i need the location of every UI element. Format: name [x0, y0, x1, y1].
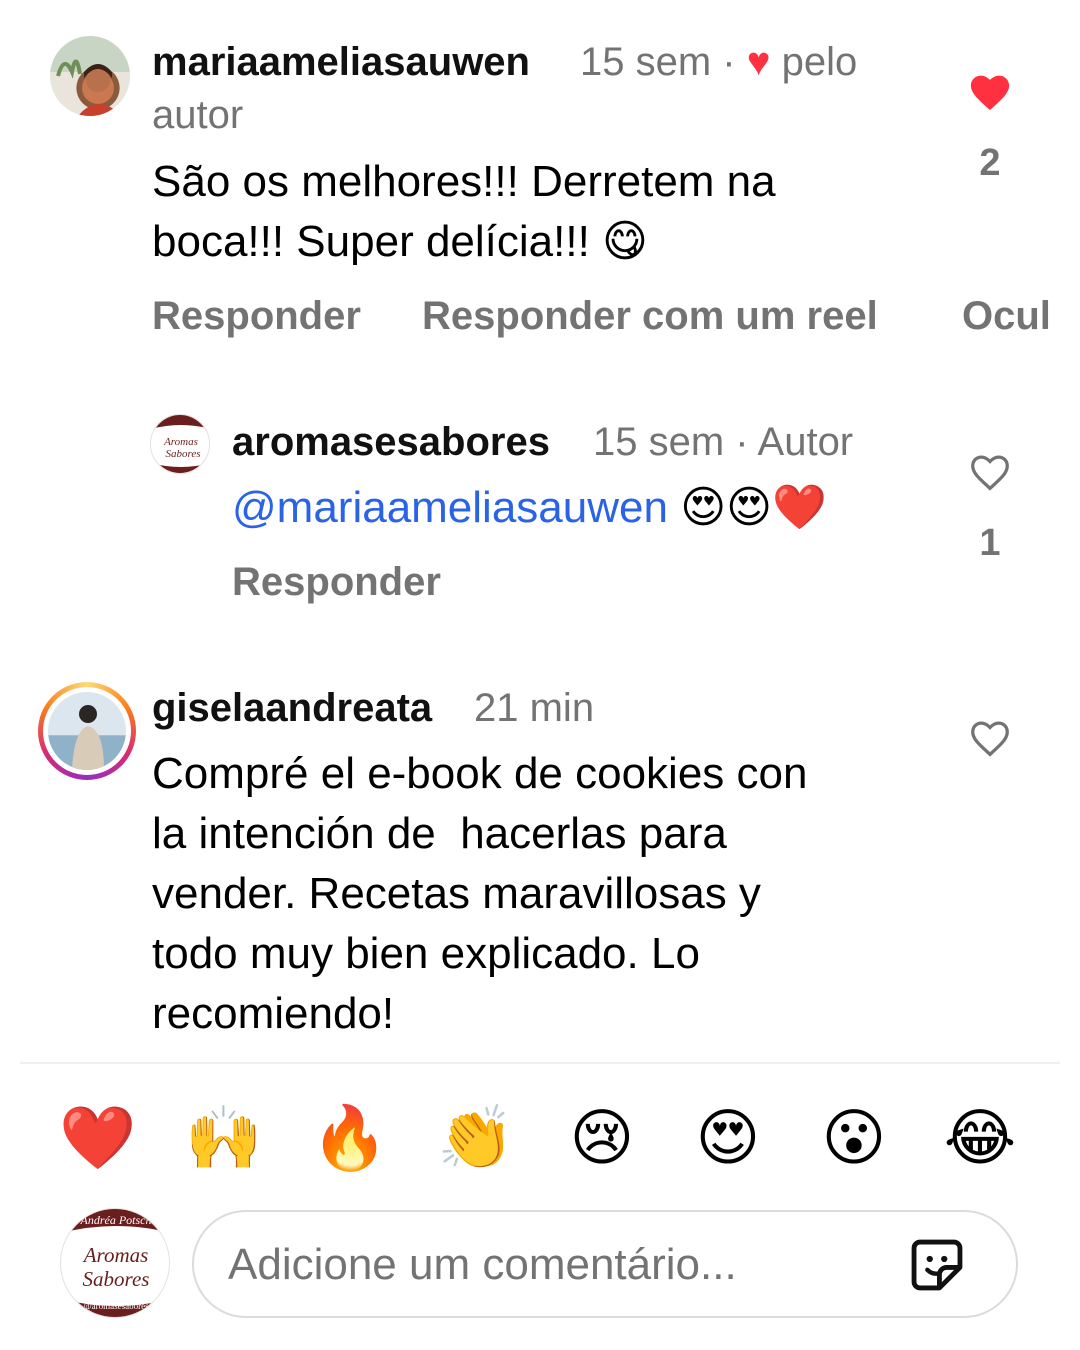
- separator: ·: [722, 40, 736, 84]
- comment-meta: 15 sem · ♥ pelo: [580, 40, 857, 85]
- heart-small-icon: ♥: [746, 40, 771, 84]
- comment-text-line: la intención de hacerlas para: [152, 809, 727, 858]
- comment-text-line: vender. Recetas maravillosas y: [152, 869, 761, 918]
- comment-time: 15 sem: [580, 40, 712, 84]
- sticker-icon: [911, 1239, 963, 1291]
- avatar-giselaandreata-story-ring[interactable]: [38, 682, 136, 780]
- hide-button[interactable]: Ocul: [962, 294, 1060, 339]
- mention-link[interactable]: @mariaameliasauwen: [232, 483, 668, 532]
- reaction-clap-button[interactable]: 👏: [436, 1098, 516, 1178]
- svg-text:Aromas: Aromas: [163, 436, 198, 448]
- logo-bottom-text: @aromasesabores: [83, 1301, 149, 1311]
- avatar-photo-icon: [50, 36, 130, 116]
- reaction-raised-hands-button[interactable]: 🙌: [184, 1098, 264, 1178]
- comment-text: boca!!! Super delícia!!!: [152, 217, 590, 266]
- reaction-fire-button[interactable]: 🔥: [310, 1098, 390, 1178]
- comment-username[interactable]: mariaameliasauwen: [152, 40, 530, 85]
- heart-outline-icon: [971, 455, 1009, 491]
- sticker-button[interactable]: [908, 1236, 966, 1294]
- comment-username[interactable]: giselaandreata: [152, 686, 432, 731]
- heart-filled-icon: [970, 75, 1010, 111]
- reaction-heart-button[interactable]: ❤️: [58, 1098, 138, 1178]
- reaction-surprised-button[interactable]: 😮: [814, 1098, 894, 1178]
- comment-input-placeholder: Adicione um comentário...: [228, 1240, 737, 1289]
- author-badge: · Autor: [735, 420, 854, 464]
- reply-button[interactable]: Responder: [232, 560, 441, 605]
- comment-text: Compré el e-book de cookies con la inten…: [152, 744, 932, 1044]
- reply-button[interactable]: Responder: [152, 294, 361, 339]
- reaction-crying-button[interactable]: 😢: [562, 1098, 642, 1178]
- reaction-laughing-button[interactable]: 😂: [940, 1098, 1020, 1178]
- comment-text-line: todo muy bien explicado. Lo: [152, 929, 700, 978]
- story-ring-gap: [43, 687, 131, 775]
- comment-text-line: São os melhores!!! Derretem na: [152, 157, 776, 206]
- brand-logo-icon: Aromas Sabores: [151, 415, 209, 473]
- reply-username[interactable]: aromasesabores: [232, 420, 550, 465]
- comment-time: 21 min: [474, 686, 595, 730]
- reply-time: 15 sem: [593, 420, 725, 464]
- comment-text-line: recomiendo!: [152, 989, 395, 1038]
- divider: [20, 1062, 1060, 1064]
- heart-outline-icon: [971, 721, 1009, 757]
- svg-text:Sabores: Sabores: [165, 448, 200, 460]
- composer-avatar: Andréa Potsch Aromas Sabores @aromasesab…: [60, 1208, 170, 1318]
- logo-main-text-2: Sabores: [82, 1267, 150, 1291]
- yum-emoji: 😋: [602, 216, 648, 267]
- liked-by-label-2: autor: [152, 93, 244, 137]
- reply-meta: 15 sem · Autor: [593, 420, 853, 465]
- quick-reaction-bar: ❤️ 🙌 🔥 👏 😢 😍 😮 😂: [0, 1098, 1080, 1178]
- logo-main-text-1: Aromas: [83, 1243, 149, 1267]
- logo-top-text: Andréa Potsch: [80, 1213, 152, 1227]
- like-count: 2: [979, 142, 1001, 184]
- comment-input[interactable]: Adicione um comentário...: [192, 1210, 1018, 1318]
- like-button-filled[interactable]: [968, 72, 1012, 112]
- person-photo-icon: [72, 705, 104, 770]
- like-count: 1: [979, 522, 1001, 564]
- like-button[interactable]: [968, 718, 1012, 758]
- comment-text-line: boca!!! Super delícia!!! 😋: [152, 212, 648, 272]
- avatar-aromasesabores[interactable]: Aromas Sabores: [150, 414, 210, 474]
- comment-text-line: Compré el e-book de cookies con: [152, 749, 808, 798]
- avatar-mariaameliasauwen[interactable]: [50, 36, 130, 116]
- avatar-photo: [48, 692, 126, 770]
- reaction-heart-eyes-button[interactable]: 😍: [688, 1098, 768, 1178]
- like-button[interactable]: [968, 452, 1012, 492]
- reply-emojis: 😍😍❤️: [680, 482, 827, 533]
- reply-text: @mariaameliasauwen 😍😍❤️: [232, 478, 827, 538]
- reply-with-reel-button[interactable]: Responder com um reel: [422, 294, 878, 339]
- liked-by-label: pelo: [781, 40, 858, 84]
